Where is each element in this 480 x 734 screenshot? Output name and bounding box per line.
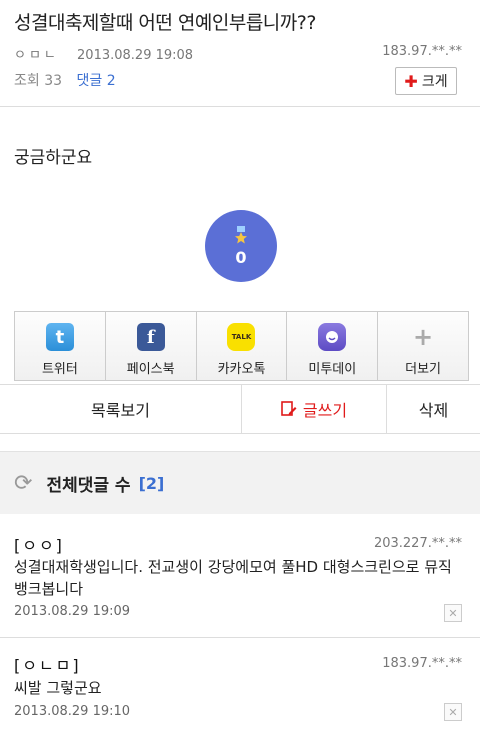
- delete-label: 삭제: [418, 401, 449, 420]
- medal-icon: [235, 225, 247, 243]
- share-more-button[interactable]: + 더보기: [378, 312, 468, 380]
- list-view-label: 목록보기: [91, 401, 150, 420]
- comment-date: 2013.08.29 19:09: [14, 604, 131, 619]
- comment-count-link[interactable]: 댓글 2: [76, 73, 115, 89]
- share-bar: t 트위터 f 페이스북 TALK 카카오톡 미투데이 + 더보기: [14, 311, 469, 381]
- view-count: 조회 33: [14, 73, 63, 89]
- comment-text: 씨발 그렇군요: [14, 679, 102, 697]
- comment-date: 2013.08.29 19:10: [14, 704, 131, 719]
- post-author: ㅇㅁㄴ: [14, 48, 59, 63]
- delete-button[interactable]: 삭제: [387, 385, 480, 433]
- share-label: 카카오톡: [217, 362, 266, 377]
- post-date: 2013.08.29 19:08: [77, 48, 194, 63]
- comment-author: [ㅇㅇ]: [14, 536, 64, 555]
- comments-total: [2]: [138, 473, 165, 493]
- enlarge-text-button[interactable]: ✚ 크게: [395, 67, 457, 95]
- comment-ip: 183.97.**.**: [382, 656, 462, 671]
- delete-comment-icon[interactable]: ✕: [444, 703, 462, 721]
- more-plus-icon: +: [413, 323, 434, 351]
- share-twitter-button[interactable]: t 트위터: [15, 312, 106, 380]
- share-me2day-button[interactable]: 미투데이: [287, 312, 379, 380]
- write-icon: [281, 401, 297, 416]
- comment-ip: 203.227.**.**: [373, 536, 462, 551]
- delete-comment-icon[interactable]: ✕: [444, 604, 462, 622]
- write-label: 글쓰기: [302, 401, 348, 420]
- comment-text: 성결대재학생입니다. 전교생이 강당에모여 풀HD 대형스크린으로 뮤직뱅크봅니…: [14, 558, 452, 598]
- post-stats: 조회 33 댓글 2: [14, 70, 116, 90]
- divider: [0, 637, 480, 638]
- vote-count: 0: [235, 247, 247, 267]
- me2day-icon: [318, 323, 347, 351]
- share-label: 더보기: [405, 362, 442, 377]
- post-meta: ㅇㅁㄴ 2013.08.29 19:08 183.97.**.**: [14, 44, 462, 63]
- enlarge-text-label: 크게: [421, 74, 448, 90]
- action-bar: 목록보기 글쓰기 삭제: [0, 384, 480, 434]
- refresh-icon[interactable]: ⟳: [14, 471, 32, 496]
- kakaotalk-icon: TALK: [227, 323, 256, 351]
- facebook-icon: f: [136, 323, 165, 351]
- plus-icon: ✚: [404, 71, 418, 91]
- share-facebook-button[interactable]: f 페이스북: [106, 312, 197, 380]
- share-label: 페이스북: [126, 362, 175, 377]
- share-label: 트위터: [41, 362, 78, 377]
- comments-title: 전체댓글 수: [46, 475, 131, 496]
- divider: [0, 106, 480, 107]
- twitter-icon: t: [45, 323, 74, 351]
- vote-button[interactable]: 0: [205, 210, 277, 282]
- post-body: 궁금하군요: [14, 148, 93, 168]
- write-button[interactable]: 글쓰기: [242, 385, 387, 433]
- share-label: 미투데이: [308, 362, 357, 377]
- comment-author: [ㅇㄴㅁ]: [14, 656, 81, 675]
- post-title: 성결대축제할때 어떤 연예인부릅니까??: [14, 12, 316, 34]
- post-ip: 183.97.**.**: [382, 44, 462, 59]
- list-view-button[interactable]: 목록보기: [0, 385, 242, 433]
- comments-header: ⟳ 전체댓글 수 [2]: [0, 451, 480, 514]
- share-kakaotalk-button[interactable]: TALK 카카오톡: [197, 312, 288, 380]
